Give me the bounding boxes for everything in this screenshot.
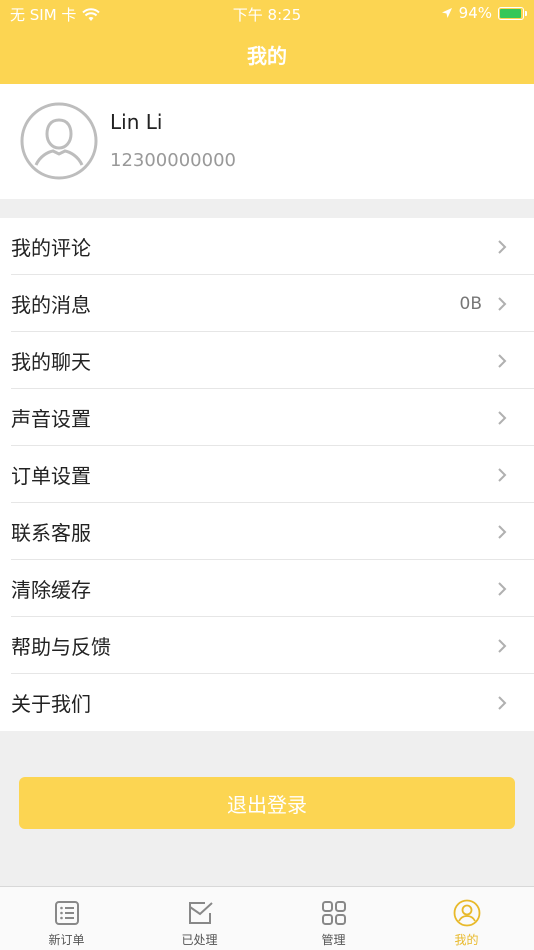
battery-icon [498, 6, 527, 20]
menu-item-customer-service[interactable]: 联系客服 [0, 503, 534, 560]
header: 无 SIM 卡 下午 8:25 94% 我的 [0, 0, 534, 84]
avatar-icon[interactable] [20, 102, 98, 180]
logout-button[interactable]: 退出登录 [19, 777, 515, 829]
checked-mail-icon [188, 902, 213, 924]
menu-item-chat[interactable]: 我的聊天 [0, 332, 534, 389]
user-name: Lin Li [110, 110, 163, 134]
tab-label: 管理 [321, 933, 346, 947]
menu-item-sound-settings[interactable]: 声音设置 [0, 389, 534, 446]
chevron-right-icon [498, 297, 507, 311]
chevron-right-icon [498, 696, 507, 710]
status-right: 94% [441, 4, 527, 22]
chevron-right-icon [498, 354, 507, 368]
menu-item-label: 我的消息 [11, 293, 91, 317]
tab-new-orders[interactable]: 新订单 [0, 887, 133, 950]
menu-item-comments[interactable]: 我的评论 [0, 218, 534, 275]
grid-icon [321, 901, 346, 925]
menu-item-label: 联系客服 [11, 521, 91, 545]
status-bar: 无 SIM 卡 下午 8:25 94% [0, 0, 534, 28]
tab-bar: 新订单 已处理 管理 我的 [0, 886, 534, 950]
profile-card[interactable]: Lin Li 12300000000 [0, 84, 534, 199]
battery-percent: 94% [458, 4, 492, 22]
chevron-right-icon [498, 468, 507, 482]
user-icon [453, 899, 480, 927]
tab-label: 我的 [454, 933, 479, 947]
tab-label: 已处理 [181, 933, 218, 947]
menu-item-clear-cache[interactable]: 清除缓存 [0, 560, 534, 617]
menu-item-help-feedback[interactable]: 帮助与反馈 [0, 617, 534, 674]
menu-item-label: 我的聊天 [11, 350, 91, 374]
menu-item-label: 我的评论 [11, 236, 91, 260]
tab-manage[interactable]: 管理 [267, 887, 400, 950]
chevron-right-icon [498, 240, 507, 254]
chevron-right-icon [498, 582, 507, 596]
menu-item-label: 清除缓存 [11, 578, 91, 602]
tab-mine[interactable]: 我的 [400, 887, 533, 950]
menu-item-value: 0B [459, 293, 482, 314]
menu-item-label: 关于我们 [11, 692, 91, 716]
list-icon [54, 901, 79, 925]
settings-menu: 我的评论 我的消息 0B 我的聊天 声音设置 订单设置 联系客服 清除缓存 帮助… [0, 218, 534, 731]
battery-fill [500, 8, 521, 18]
menu-item-label: 声音设置 [11, 407, 91, 431]
page-title: 我的 [247, 44, 287, 68]
menu-item-about-us[interactable]: 关于我们 [0, 674, 534, 731]
tab-label: 新订单 [48, 933, 85, 947]
tab-processed[interactable]: 已处理 [133, 887, 266, 950]
chevron-right-icon [498, 411, 507, 425]
menu-item-label: 订单设置 [11, 464, 91, 488]
user-phone: 12300000000 [110, 150, 236, 171]
menu-item-label: 帮助与反馈 [11, 635, 111, 659]
chevron-right-icon [498, 639, 507, 653]
menu-item-order-settings[interactable]: 订单设置 [0, 446, 534, 503]
menu-item-messages[interactable]: 我的消息 0B [0, 275, 534, 332]
location-arrow-icon [441, 8, 452, 18]
chevron-right-icon [498, 525, 507, 539]
